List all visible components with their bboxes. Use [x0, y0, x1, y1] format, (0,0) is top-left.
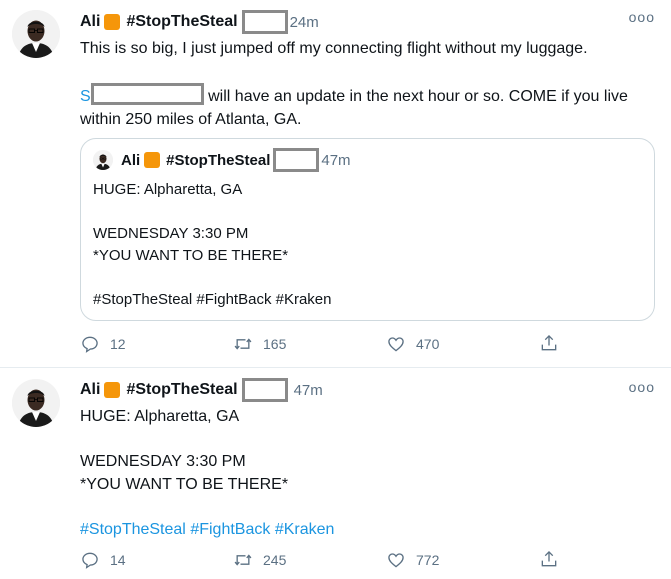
author-hashtag-name[interactable]: #StopTheSteal [126, 381, 237, 399]
like-button[interactable]: 470 [386, 333, 539, 355]
retweet-button[interactable]: 245 [233, 549, 386, 571]
redacted-handle [241, 378, 288, 402]
redacted-handle [273, 148, 320, 172]
quoted-timestamp[interactable]: 47m [321, 152, 350, 169]
tweet-line: within 250 miles of Atlanta, GA. [80, 111, 302, 128]
reply-button[interactable]: 14 [80, 549, 233, 571]
share-icon [541, 334, 557, 351]
tweet-line: HUGE: Alpharetta, GA [80, 408, 240, 425]
tweet-header: Ali #StopTheSteal 24m [80, 10, 319, 34]
quoted-line: HUGE: Alpharetta, GA [93, 181, 243, 198]
reply-icon [82, 336, 98, 353]
tweet-header: Ali #StopTheSteal 47m [80, 378, 323, 402]
tweet[interactable]: ooo This is so big, I just jumped off my… [0, 0, 671, 368]
retweet-button[interactable]: 165 [233, 333, 386, 355]
retweet-icon [234, 338, 252, 350]
tweet-text: This is so big, I just jumped off my con… [80, 37, 655, 131]
timestamp[interactable]: 24m [290, 14, 319, 31]
more-icon[interactable]: ooo [629, 380, 655, 394]
redacted-handle [241, 10, 288, 34]
heart-icon [388, 553, 404, 568]
redacted-mention [90, 83, 204, 105]
quoted-tweet[interactable]: Ali #StopTheSteal 47m HUGE: Alpharetta, … [80, 138, 655, 321]
quoted-author-hashtag-name[interactable]: #StopTheSteal [166, 152, 270, 169]
tweet-actions: 14 245 772 [80, 549, 557, 571]
like-button[interactable]: 772 [386, 549, 539, 571]
reply-button[interactable]: 12 [80, 333, 233, 355]
more-icon[interactable]: ooo [629, 10, 655, 24]
hashtag-link[interactable]: #FightBack [190, 521, 270, 538]
heart-icon [388, 337, 404, 352]
avatar[interactable] [12, 10, 60, 58]
reply-icon [82, 552, 98, 569]
hashtag-link[interactable]: #Kraken [275, 521, 335, 538]
reply-count: 14 [110, 552, 126, 568]
tweet-line: S will have an update in the next hour o… [80, 83, 655, 108]
timestamp[interactable]: 47m [294, 382, 323, 399]
quoted-tweet-header: Ali #StopTheSteal 47m [93, 148, 351, 172]
orange-badge-icon [144, 152, 161, 168]
orange-badge-icon [104, 382, 121, 398]
tweet-line: WEDNESDAY 3:30 PM [80, 453, 246, 470]
retweet-count: 165 [263, 336, 287, 352]
share-button[interactable] [539, 549, 569, 569]
share-button[interactable] [539, 333, 569, 353]
quoted-line: #StopTheSteal #FightBack #Kraken [93, 291, 332, 308]
tweet-text: HUGE: Alpharetta, GA WEDNESDAY 3:30 PM *… [80, 405, 655, 541]
mention-link[interactable]: S [80, 88, 91, 105]
quoted-line: WEDNESDAY 3:30 PM [93, 225, 249, 242]
quoted-line: *YOU WANT TO BE THERE* [93, 247, 289, 264]
retweet-count: 245 [263, 552, 287, 568]
retweet-icon [234, 554, 252, 566]
tweet-actions: 12 165 470 [80, 333, 557, 355]
avatar[interactable] [12, 379, 60, 427]
author-name[interactable]: Ali [80, 381, 100, 399]
like-count: 470 [416, 336, 440, 352]
author-hashtag-name[interactable]: #StopTheSteal [126, 13, 237, 31]
tweet-line: This is so big, I just jumped off my con… [80, 40, 588, 57]
hashtag-line: #StopTheSteal #FightBack #Kraken [80, 518, 655, 541]
author-name[interactable]: Ali [80, 13, 100, 31]
tweet-line-rest: will have an update in the next hour or … [208, 88, 628, 105]
tweet-line: *YOU WANT TO BE THERE* [80, 476, 289, 493]
orange-badge-icon [104, 14, 121, 30]
hashtag-link[interactable]: #StopTheSteal [80, 521, 186, 538]
quoted-author-name[interactable]: Ali [121, 152, 140, 169]
like-count: 772 [416, 552, 440, 568]
quoted-tweet-text: HUGE: Alpharetta, GA WEDNESDAY 3:30 PM *… [93, 179, 643, 311]
quoted-avatar [93, 150, 113, 170]
share-icon [541, 550, 557, 567]
reply-count: 12 [110, 336, 126, 352]
